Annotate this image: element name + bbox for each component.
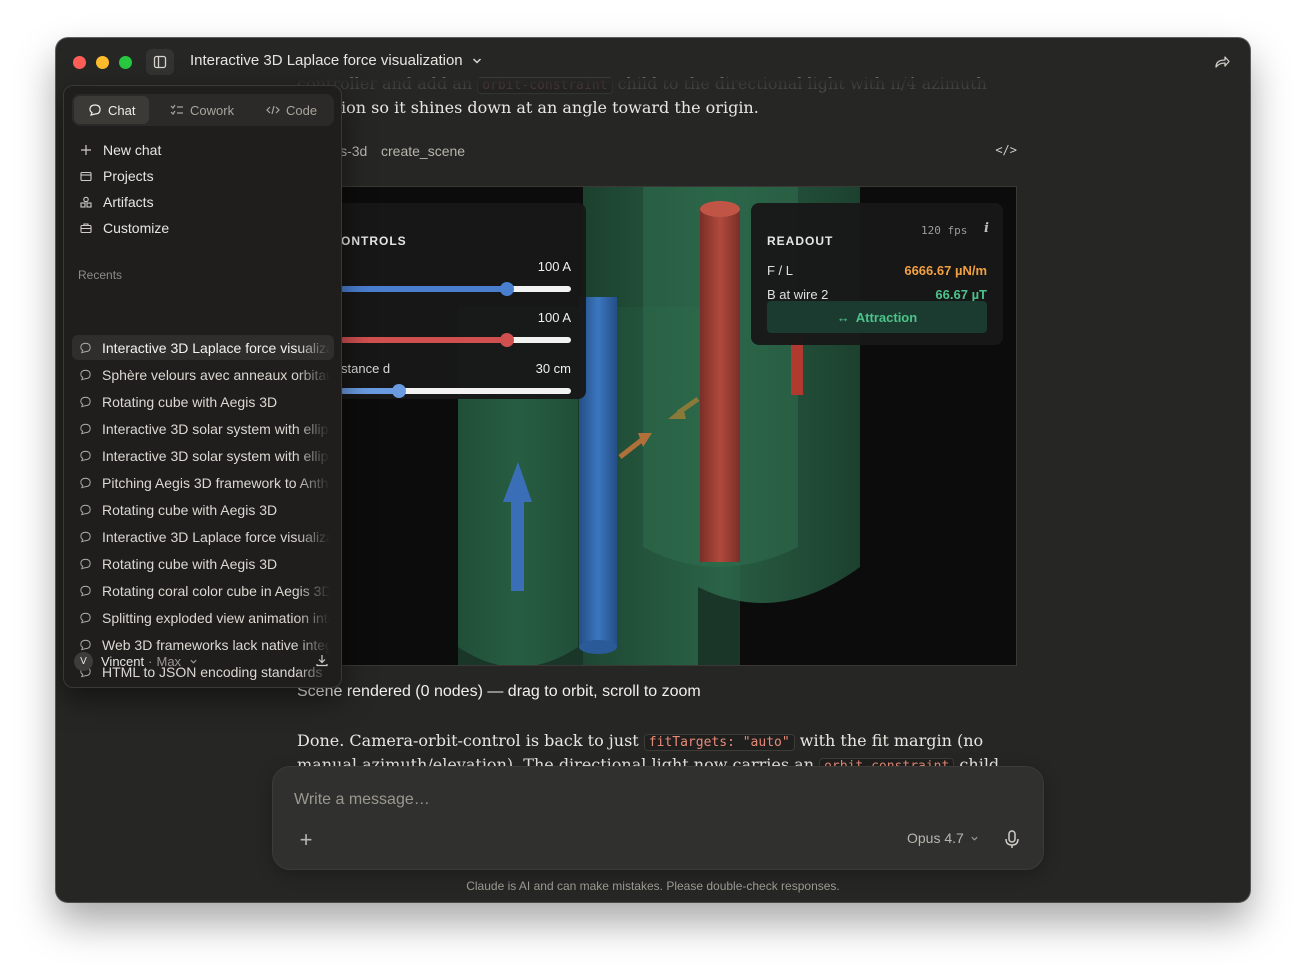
slider-2-thumb[interactable] — [499, 333, 514, 347]
recent-chat-item[interactable]: Interactive 3D solar system with ellipti… — [72, 443, 334, 468]
scene-caption: Scene rendered (0 nodes) — drag to orbit… — [297, 683, 701, 700]
tab-code[interactable]: Code — [252, 96, 331, 124]
inline-code: fitTargets: "auto" — [643, 734, 795, 751]
scene-viewport[interactable]: ONTROLS 100 A 100 A stance d 30 cm READO… — [297, 186, 1017, 666]
code-icon — [266, 105, 280, 115]
chat-bubble-icon — [80, 450, 91, 462]
recent-chat-item[interactable]: Rotating cube with Aegis 3D — [72, 389, 334, 414]
message-composer[interactable]: Write a message… + Opus 4.7 — [272, 766, 1044, 870]
maximize-window-button[interactable] — [119, 56, 132, 69]
chat-bubble-icon — [80, 585, 91, 597]
plus-icon — [79, 143, 93, 157]
force-per-length-label: F / L — [767, 263, 794, 278]
field-at-wire-2-value: 66.67 µT — [935, 287, 987, 302]
tab-chat[interactable]: Chat — [74, 96, 150, 124]
slider-3-thumb[interactable] — [391, 384, 406, 398]
chevron-down-icon — [971, 836, 978, 841]
chat-bubble-icon — [80, 369, 91, 381]
readout-title: READOUT — [767, 234, 834, 248]
message-paragraph-done: Done. Camera-orbit-control is back to ju… — [297, 731, 984, 751]
readout-panel: READOUT 120 fps i F / L 6666.67 µN/m B a… — [751, 203, 1003, 345]
briefcase-icon — [79, 221, 93, 235]
chat-bubble-icon — [80, 612, 91, 624]
tool-call-header[interactable]: is-3d create_scene </> — [297, 141, 1017, 163]
slider-3-fill — [341, 388, 399, 394]
chat-icon — [89, 104, 101, 116]
arrows-horizontal-icon: ↔ — [836, 309, 850, 325]
recent-chat-item[interactable]: Rotating cube with Aegis 3D — [72, 497, 334, 522]
recent-chat-item[interactable]: Interactive 3D Laplace force visualizati… — [72, 524, 334, 549]
recent-chat-item[interactable]: Pitching Aegis 3D framework to Anthropic — [72, 470, 334, 495]
folder-icon — [79, 169, 93, 183]
info-icon[interactable]: i — [984, 221, 989, 236]
slider-3-value: 30 cm — [535, 361, 571, 376]
recent-chat-item[interactable]: Sphère velours avec anneaux orbitaux — [72, 362, 334, 387]
message-input[interactable]: Write a message… — [294, 791, 430, 809]
slider-3-label: stance d — [341, 361, 391, 376]
sidebar-toggle-button[interactable] — [146, 49, 174, 75]
sidebar-popover: Chat Cowork Code New chat Projects Artif… — [63, 85, 342, 688]
chevron-down-icon — [190, 659, 197, 664]
chat-bubble-icon — [80, 342, 91, 354]
chat-bubble-icon — [80, 423, 91, 435]
field-at-wire-2-label: B at wire 2 — [767, 287, 829, 302]
cowork-icon — [170, 104, 183, 115]
model-selector[interactable]: Opus 4.7 — [907, 830, 979, 846]
recents-heading: Recents — [78, 268, 123, 282]
user-name: Vincent — [101, 654, 145, 669]
artifacts-icon — [79, 195, 93, 209]
user-menu[interactable]: V Vincent · Max — [74, 652, 198, 671]
controls-panel: ONTROLS 100 A 100 A stance d 30 cm — [321, 203, 586, 399]
recent-chat-item[interactable]: Rotating coral color cube in Aegis 3D — [72, 578, 334, 603]
message-paragraph-cut: manual azimuth/elevation). The direction… — [297, 753, 1017, 767]
chat-bubble-icon — [80, 531, 91, 543]
recent-chat-item[interactable]: Interactive 3D Laplace force visualizati… — [72, 335, 334, 360]
fps-counter: 120 fps — [921, 224, 968, 237]
recent-chat-item[interactable]: Splitting exploded view animation into — [72, 605, 334, 630]
conversation-title[interactable]: Interactive 3D Laplace force visualizati… — [190, 52, 483, 69]
minimize-window-button[interactable] — [96, 56, 109, 69]
new-chat-item[interactable]: New chat — [79, 139, 161, 161]
projects-item[interactable]: Projects — [79, 165, 154, 187]
avatar: V — [74, 652, 93, 671]
download-icon[interactable] — [315, 653, 329, 667]
tab-cowork[interactable]: Cowork — [156, 96, 248, 124]
current-1-slider[interactable] — [341, 282, 571, 296]
tool-name: create_scene — [381, 143, 466, 159]
customize-item[interactable]: Customize — [79, 217, 169, 239]
controls-title: ONTROLS — [341, 234, 407, 248]
slider-1-fill — [341, 286, 507, 292]
force-per-length-value: 6666.67 µN/m — [904, 263, 987, 278]
distance-slider[interactable] — [341, 384, 571, 398]
attraction-button[interactable]: ↔ Attraction — [767, 301, 987, 333]
sidebar-icon — [153, 55, 167, 69]
recent-chat-item[interactable]: Rotating cube with Aegis 3D — [72, 551, 334, 576]
artifacts-item[interactable]: Artifacts — [79, 191, 154, 213]
share-icon[interactable] — [1212, 52, 1232, 72]
chat-bubble-icon — [80, 396, 91, 408]
app-window: controller and add an orbit-constraint c… — [56, 38, 1250, 902]
slider-2-value: 100 A — [537, 310, 571, 325]
recent-chat-item[interactable]: Interactive 3D solar system with ellipti… — [72, 416, 334, 441]
current-2-slider[interactable] — [341, 333, 571, 347]
attach-button[interactable]: + — [293, 827, 319, 853]
chat-bubble-icon — [80, 477, 91, 489]
chat-bubble-icon — [80, 558, 91, 570]
chat-bubble-icon — [80, 639, 91, 651]
chat-bubble-icon — [80, 504, 91, 516]
close-window-button[interactable] — [73, 56, 86, 69]
chevron-down-icon — [472, 57, 481, 64]
user-plan: Max — [156, 654, 182, 669]
disclaimer: Claude is AI and can make mistakes. Plea… — [466, 879, 840, 893]
microphone-icon[interactable] — [1001, 828, 1023, 850]
slider-2-fill — [341, 337, 507, 343]
code-view-icon[interactable]: </> — [995, 143, 1017, 157]
slider-1-value: 100 A — [537, 259, 571, 274]
mode-tabs: Chat Cowork Code — [72, 94, 334, 126]
slider-1-thumb[interactable] — [499, 282, 514, 296]
